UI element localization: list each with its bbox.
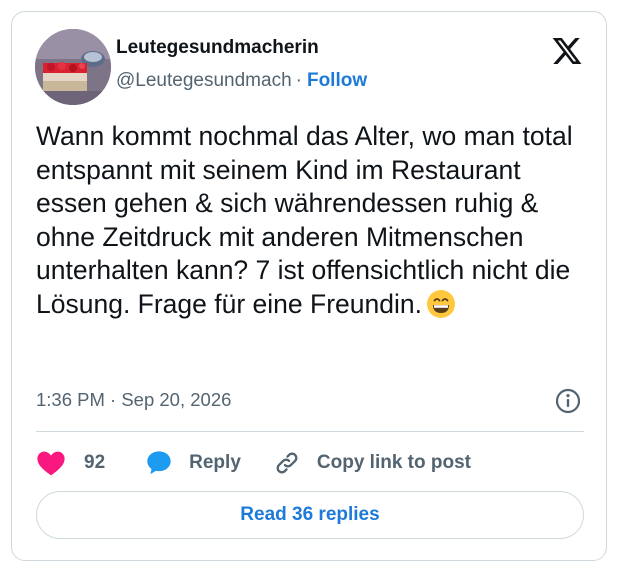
- action-bar: 92 Reply Copy link to post: [36, 445, 471, 481]
- read-replies-button[interactable]: Read 36 replies: [36, 491, 584, 539]
- speech-bubble-icon: [145, 449, 173, 477]
- copy-link-button[interactable]: Copy link to post: [273, 449, 471, 477]
- author-handle[interactable]: @Leutegesundmach: [116, 70, 292, 91]
- follow-button[interactable]: Follow: [307, 70, 367, 91]
- post-card: Leutegesundmacherin @Leutegesundmach · Fol…: [11, 11, 607, 561]
- reply-label: Reply: [189, 452, 241, 473]
- grinning-face-emoji-icon: [426, 289, 456, 319]
- reply-button[interactable]: Reply: [145, 449, 273, 477]
- post-text: Wann kommt nochmal das Alter, wo man tot…: [36, 121, 573, 319]
- info-icon[interactable]: [553, 386, 583, 416]
- separator-dot: ·: [295, 70, 302, 91]
- post-timestamp[interactable]: 1:36 PM · Sep 20, 2026: [36, 389, 231, 411]
- like-button[interactable]: 92: [36, 450, 145, 476]
- avatar-image: [35, 29, 111, 105]
- divider: [36, 431, 584, 432]
- link-icon: [273, 449, 301, 477]
- copy-link-label: Copy link to post: [316, 452, 471, 473]
- author-display-name[interactable]: Leutegesundmacherin: [116, 37, 319, 59]
- post-text-block: Wann kommt nochmal das Alter, wo man tot…: [36, 120, 596, 321]
- x-logo-icon[interactable]: [551, 35, 583, 67]
- heart-icon: [36, 450, 66, 476]
- avatar[interactable]: [35, 29, 111, 105]
- author-handle-row: @Leutegesundmach · Follow: [116, 70, 367, 92]
- like-count: 92: [84, 452, 106, 473]
